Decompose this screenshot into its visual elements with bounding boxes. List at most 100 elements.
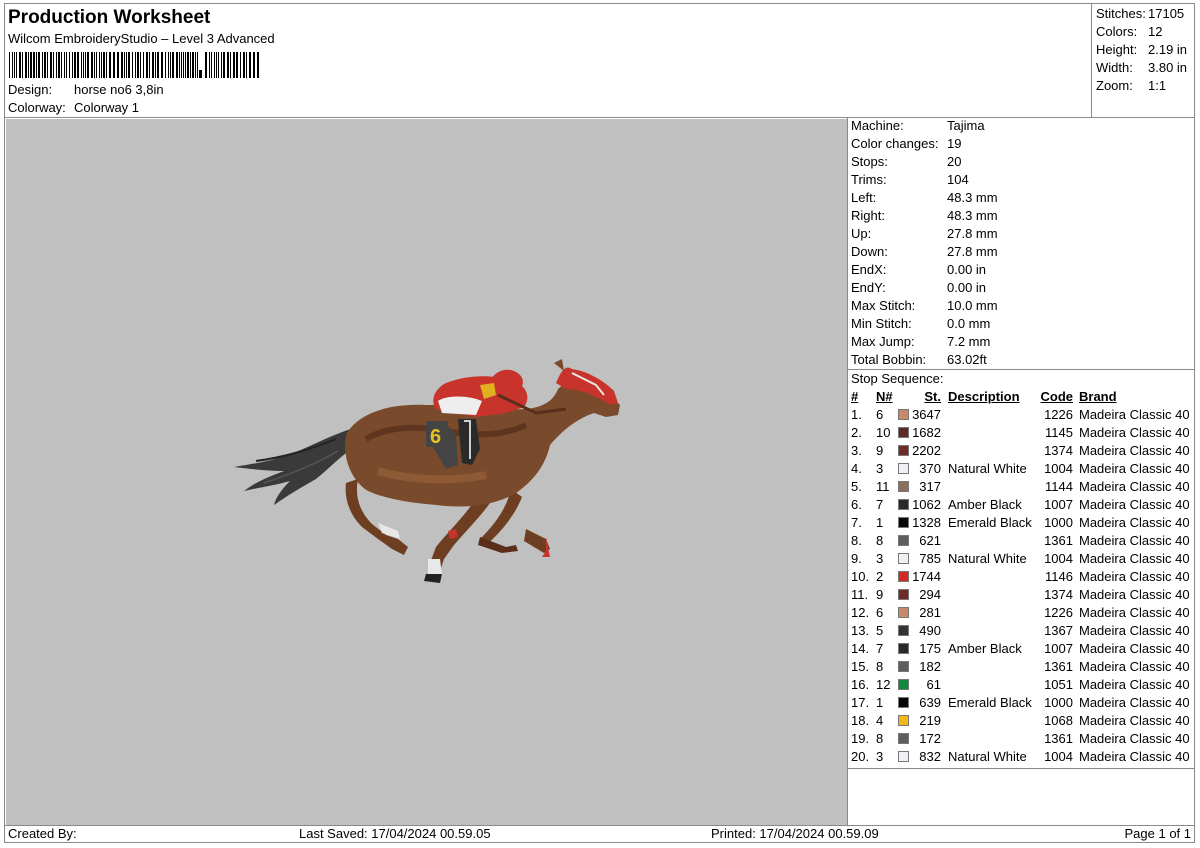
barcode-bar bbox=[146, 52, 148, 78]
barcode-bar bbox=[69, 52, 70, 78]
barcode-bar bbox=[227, 52, 229, 78]
row-index: 20. bbox=[851, 749, 870, 764]
machine-row: Min Stitch: 0.0 mm bbox=[851, 315, 1191, 333]
machine-row: EndY: 0.00 in bbox=[851, 279, 1191, 297]
barcode-bar bbox=[143, 52, 144, 78]
barcode-bar bbox=[85, 52, 86, 78]
barcode-bar bbox=[99, 52, 100, 78]
column-header-description: Description bbox=[948, 389, 1020, 404]
barcode-bar bbox=[56, 52, 57, 78]
design-row: Design: horse no6 3,8in bbox=[8, 82, 164, 97]
row-stitches: 370 bbox=[919, 461, 941, 476]
row-index: 9. bbox=[851, 551, 862, 566]
row-description: Natural White bbox=[948, 551, 1027, 566]
row-brand: Madeira Classic 40 bbox=[1079, 605, 1190, 620]
row-needle: 9 bbox=[876, 587, 884, 602]
barcode-bar bbox=[103, 52, 105, 78]
color-swatch bbox=[898, 679, 909, 690]
barcode-bar bbox=[28, 52, 29, 78]
row-description: Emerald Black bbox=[948, 515, 1032, 530]
row-code: 1007 bbox=[1044, 641, 1073, 656]
table-row: 20. 3 832 Natural White 1004 Madeira Classic … bbox=[851, 748, 1195, 766]
barcode-bar bbox=[16, 52, 17, 78]
barcode-bar bbox=[42, 52, 43, 78]
barcode-bar bbox=[106, 52, 107, 78]
barcode-bar bbox=[233, 52, 235, 78]
color-swatch bbox=[898, 661, 909, 672]
barcode-bar bbox=[214, 52, 215, 78]
row-code: 1145 bbox=[1045, 425, 1073, 440]
barcode-bar bbox=[109, 52, 111, 78]
row-needle: 7 bbox=[876, 497, 884, 512]
machine-value: Tajima bbox=[947, 118, 985, 133]
barcode-bar bbox=[113, 52, 115, 78]
machine-value: 0.00 in bbox=[947, 280, 987, 295]
row-stitches: 219 bbox=[919, 713, 941, 728]
row-index: 1. bbox=[851, 407, 862, 422]
barcode-bar bbox=[53, 52, 54, 78]
machine-label: Right: bbox=[851, 208, 885, 223]
barcode-bar bbox=[181, 52, 182, 78]
colorway-label: Colorway: bbox=[8, 100, 66, 115]
barcode-bar bbox=[126, 52, 127, 78]
row-brand: Madeira Classic 40 bbox=[1079, 677, 1190, 692]
row-description: Natural White bbox=[948, 461, 1027, 476]
row-code: 1051 bbox=[1044, 677, 1073, 692]
worksheet-header: Production Worksheet Wilcom EmbroiderySt… bbox=[4, 3, 1091, 117]
barcode-bar bbox=[94, 52, 95, 78]
row-needle: 7 bbox=[876, 641, 884, 656]
machine-label: Machine: bbox=[851, 118, 904, 133]
table-row: 18. 4 219 1068 Madeira Classic 40 bbox=[851, 712, 1195, 730]
row-code: 1361 bbox=[1044, 533, 1073, 548]
row-index: 15. bbox=[851, 659, 870, 674]
last-saved: Last Saved: 17/04/2024 00.59.05 bbox=[299, 826, 491, 841]
row-code: 1068 bbox=[1044, 713, 1073, 728]
color-swatch bbox=[898, 499, 909, 510]
row-needle: 1 bbox=[876, 695, 884, 710]
machine-value: 104 bbox=[947, 172, 969, 187]
row-stitches: 61 bbox=[926, 677, 941, 692]
barcode-bar bbox=[230, 52, 231, 78]
row-index: 16. bbox=[851, 677, 870, 692]
color-swatch bbox=[898, 463, 909, 474]
stat-stitches: Stitches: 17105 bbox=[1096, 5, 1195, 23]
row-index: 4. bbox=[851, 461, 862, 476]
row-index: 10. bbox=[851, 569, 870, 584]
barcode-bar bbox=[168, 52, 169, 78]
row-stitches: 1744 bbox=[912, 569, 941, 584]
row-brand: Madeira Classic 40 bbox=[1079, 587, 1190, 602]
row-index: 17. bbox=[851, 695, 870, 710]
row-index: 13. bbox=[851, 623, 870, 638]
row-stitches: 1328 bbox=[912, 515, 941, 530]
row-stitches: 317 bbox=[919, 479, 941, 494]
color-swatch bbox=[898, 715, 909, 726]
barcode-bar bbox=[117, 52, 119, 78]
row-code: 1000 bbox=[1044, 695, 1073, 710]
color-swatch bbox=[898, 607, 909, 618]
row-needle: 12 bbox=[876, 677, 891, 692]
barcode-bar bbox=[249, 52, 251, 78]
row-brand: Madeira Classic 40 bbox=[1079, 659, 1190, 674]
stat-label: Stitches: bbox=[1096, 6, 1146, 21]
table-row: 19. 8 172 1361 Madeira Classic 40 bbox=[851, 730, 1195, 748]
machine-label: Down: bbox=[851, 244, 888, 259]
row-brand: Madeira Classic 40 bbox=[1079, 497, 1190, 512]
machine-row: Trims: 104 bbox=[851, 171, 1191, 189]
barcode-bar bbox=[22, 52, 23, 78]
barcode-bar bbox=[183, 52, 184, 78]
row-brand: Madeira Classic 40 bbox=[1079, 551, 1190, 566]
machine-value: 0.00 in bbox=[947, 262, 987, 277]
barcode-bar bbox=[36, 52, 37, 78]
row-brand: Madeira Classic 40 bbox=[1079, 569, 1190, 584]
row-code: 1144 bbox=[1045, 479, 1073, 494]
machine-value: 48.3 mm bbox=[947, 190, 998, 205]
row-code: 1004 bbox=[1044, 461, 1073, 476]
row-index: 2. bbox=[851, 425, 862, 440]
row-code: 1004 bbox=[1044, 551, 1073, 566]
machine-label: Trims: bbox=[851, 172, 887, 187]
machine-value: 10.0 mm bbox=[947, 298, 998, 313]
color-swatch bbox=[898, 571, 909, 582]
barcode-bar bbox=[155, 52, 156, 78]
barcode-bar bbox=[152, 52, 154, 78]
barcode-bar bbox=[66, 52, 67, 78]
